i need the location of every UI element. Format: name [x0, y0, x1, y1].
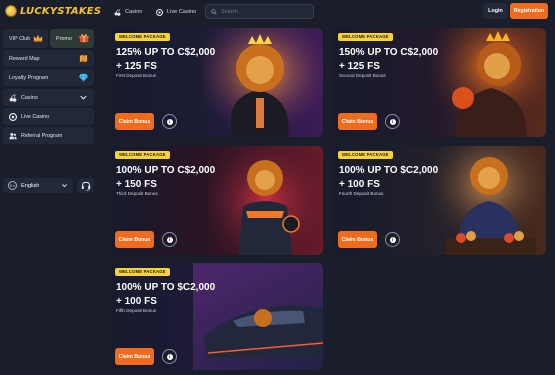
search-input[interactable]	[221, 8, 311, 15]
bonus-subtitle: Third Deposit Bonus	[116, 191, 158, 196]
sidebar-item-referral-program[interactable]: Referral Program	[3, 127, 94, 144]
sidebar-item-label: Casino	[21, 94, 38, 101]
promo-card: WELCOME PACKAGE 150% UP TO C$2,000 + 125…	[333, 28, 546, 137]
claim-bonus-button[interactable]: Claim Bonus	[115, 348, 154, 365]
sidebar-item-label: Reward Map	[9, 55, 40, 62]
welcome-package-badge: WELCOME PACKAGE	[338, 33, 393, 41]
promo-label: Promo	[56, 35, 72, 42]
sidebar-item-label: Loyalty Program	[9, 74, 49, 81]
lion-racer-artwork	[208, 146, 323, 255]
chip-icon	[9, 112, 17, 121]
welcome-package-badge: WELCOME PACKAGE	[115, 33, 170, 41]
welcome-package-badge: WELCOME PACKAGE	[115, 151, 170, 159]
nav-casino-label: Casino	[125, 9, 143, 15]
bonus-info-button[interactable]: i	[385, 232, 400, 247]
promo-card: WELCOME PACKAGE 100% UP TO $C2,000 + 100…	[333, 146, 546, 255]
bonus-headline: 100% UP TO $C2,000 + 100 FS	[116, 281, 215, 308]
registration-button[interactable]: Registration	[510, 3, 548, 19]
bonus-subtitle: First Deposit Bonus	[116, 73, 157, 78]
bonus-amount: 100% UP TO $C2,000	[116, 282, 216, 293]
map-icon	[79, 54, 88, 63]
bonus-headline: 100% UP TO $C2,000 + 100 FS	[339, 164, 438, 191]
gift-icon	[79, 34, 89, 43]
bonus-headline: 125% UP TO C$2,000 + 125 FS	[116, 46, 215, 73]
coin-logo-icon	[5, 5, 17, 17]
language-selector[interactable]: En English	[3, 178, 73, 193]
brand-name: LUCKYSTAKES	[20, 5, 102, 17]
promo-card: WELCOME PACKAGE 125% UP TO C$2,000 + 125…	[110, 28, 323, 137]
language-label: English	[21, 182, 40, 189]
brand-logo[interactable]: LUCKYSTAKES	[5, 5, 101, 17]
sidebar-item-label: Live Casino	[21, 113, 50, 120]
promo-card: WELCOME PACKAGE 100% UP TO $C2,000 + 100…	[110, 263, 323, 370]
sidebar-vip-club[interactable]: VIP Club	[3, 29, 48, 48]
sidebar-item-loyalty-program[interactable]: Loyalty Program	[3, 69, 94, 86]
sidebar-item-reward-map[interactable]: Reward Map	[3, 50, 94, 67]
claim-bonus-button[interactable]: Claim Bonus	[115, 113, 154, 130]
bonus-spins: + 125 FS	[116, 60, 157, 72]
welcome-package-badge: WELCOME PACKAGE	[115, 268, 170, 276]
support-button[interactable]	[77, 178, 94, 193]
info-icon: i	[389, 118, 396, 125]
search-box[interactable]	[205, 4, 314, 19]
users-icon	[9, 132, 17, 139]
info-icon: i	[166, 353, 173, 360]
claim-bonus-button[interactable]: Claim Bonus	[115, 231, 154, 248]
chip-icon	[156, 8, 163, 16]
bonus-info-button[interactable]: i	[162, 114, 177, 129]
nav-live-casino-label: Live Casino	[167, 9, 197, 15]
welcome-package-badge: WELCOME PACKAGE	[338, 151, 393, 159]
lion-fire-artwork	[431, 28, 546, 137]
bonus-spins: + 100 FS	[339, 178, 380, 190]
headset-icon	[81, 181, 90, 191]
cherries-icon	[114, 8, 121, 16]
top-bar: LUCKYSTAKES Casino Live Casino Login Reg…	[0, 0, 555, 24]
promo-card: WELCOME PACKAGE 100% UP TO C$2,000 + 150…	[110, 146, 323, 255]
search-icon	[211, 8, 217, 15]
nav-casino[interactable]: Casino	[114, 4, 142, 20]
info-icon: i	[166, 118, 173, 125]
sidebar-promo[interactable]: Promo	[50, 29, 94, 48]
bonus-info-button[interactable]: i	[162, 232, 177, 247]
lion-poker-artwork	[431, 146, 546, 255]
race-car-artwork	[193, 263, 323, 370]
claim-bonus-button[interactable]: Claim Bonus	[338, 113, 377, 130]
sidebar-item-casino[interactable]: Casino	[3, 89, 94, 106]
claim-bonus-button[interactable]: Claim Bonus	[338, 231, 377, 248]
bonus-subtitle: Fifth Deposit Bonus	[116, 308, 157, 313]
bonus-amount: 100% UP TO C$2,000	[116, 165, 216, 176]
bonus-amount: 150% UP TO C$2,000	[339, 47, 439, 58]
bonus-subtitle: Second Deposit Bonus	[339, 73, 386, 78]
login-button[interactable]: Login	[483, 3, 508, 19]
bonus-spins: + 150 FS	[116, 178, 157, 190]
bonus-info-button[interactable]: i	[385, 114, 400, 129]
sidebar-item-live-casino[interactable]: Live Casino	[3, 108, 94, 125]
chevron-down-icon	[80, 95, 87, 100]
bonus-headline: 150% UP TO C$2,000 + 125 FS	[339, 46, 438, 73]
crown-icon	[33, 34, 43, 42]
diamond-icon	[79, 73, 88, 82]
chevron-down-icon	[62, 184, 67, 188]
vip-club-label: VIP Club	[9, 35, 31, 42]
bonus-spins: + 125 FS	[339, 60, 380, 72]
bonus-amount: 100% UP TO $C2,000	[339, 165, 439, 176]
bonus-spins: + 100 FS	[116, 295, 157, 307]
bonus-headline: 100% UP TO C$2,000 + 150 FS	[116, 164, 215, 191]
bonus-amount: 125% UP TO C$2,000	[116, 47, 216, 58]
sidebar-item-label: Referral Program	[21, 132, 63, 139]
language-badge-icon: En	[8, 181, 17, 190]
info-icon: i	[166, 236, 173, 243]
bonus-subtitle: Fourth Deposit Bonus	[339, 191, 384, 196]
bonus-info-button[interactable]: i	[162, 349, 177, 364]
info-icon: i	[389, 236, 396, 243]
nav-live-casino[interactable]: Live Casino	[156, 4, 196, 20]
cherries-icon	[9, 93, 17, 102]
lion-king-artwork	[203, 28, 323, 137]
